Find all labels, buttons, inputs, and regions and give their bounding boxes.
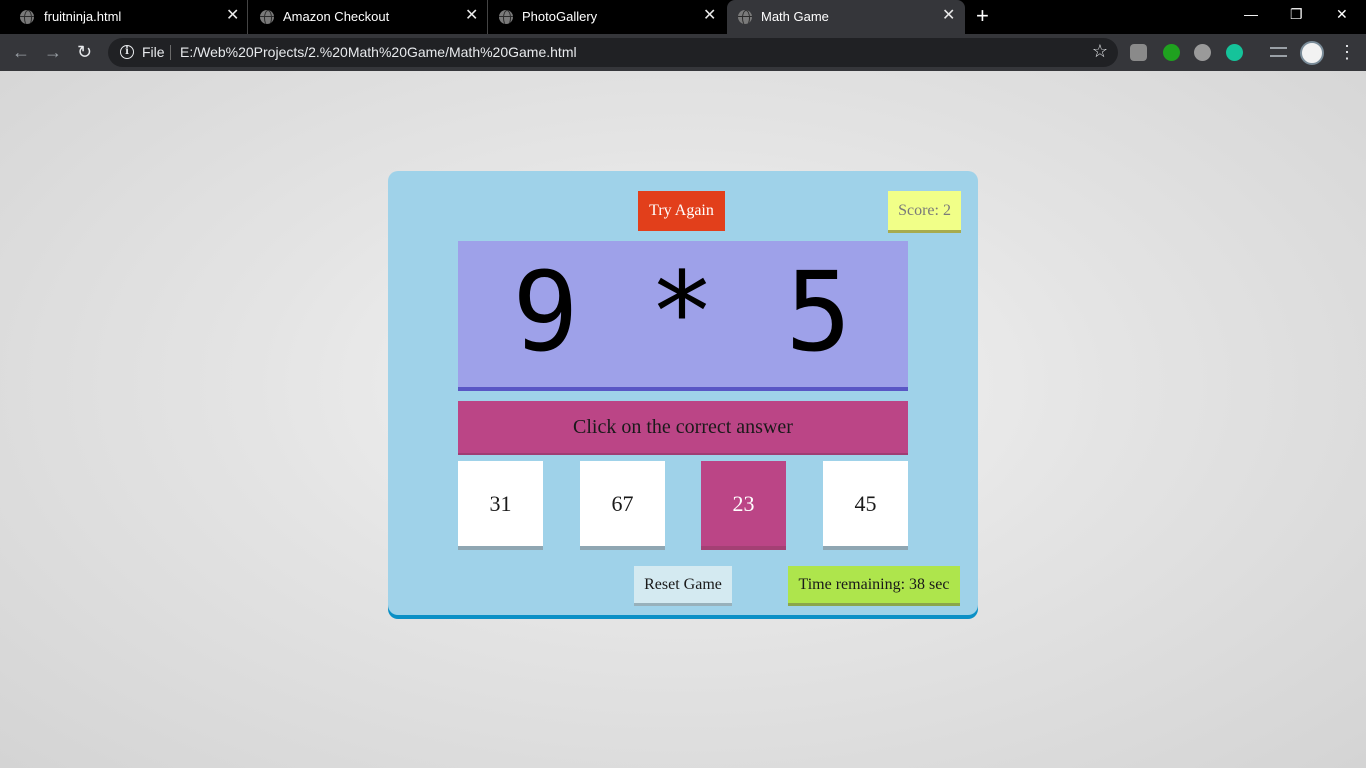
tab-title: PhotoGallery	[522, 9, 598, 24]
globe-icon	[20, 10, 34, 24]
scheme-label: File	[142, 44, 165, 60]
question-box: 9 * 5	[458, 241, 908, 391]
tab-title: Amazon Checkout	[283, 9, 390, 24]
close-icon[interactable]: ✕	[226, 8, 239, 24]
answer-choice-4[interactable]: 45	[823, 461, 908, 546]
globe-icon	[738, 10, 752, 24]
grammarly-icon[interactable]	[1226, 44, 1243, 61]
avatar[interactable]	[1300, 41, 1324, 65]
close-icon[interactable]: ✕	[942, 8, 955, 24]
reload-icon[interactable]: ↻	[77, 41, 92, 63]
game-container: Try Again Score: 2 9 * 5 Click on the co…	[388, 171, 978, 615]
tab-fruitninja[interactable]: fruitninja.html ✕	[0, 0, 248, 34]
tab-title: Math Game	[761, 9, 829, 24]
page-viewport: Try Again Score: 2 9 * 5 Click on the co…	[0, 71, 1366, 768]
instruction-bar: Click on the correct answer	[458, 401, 908, 453]
window-close-icon[interactable]: ✕	[1336, 6, 1348, 23]
minimize-icon[interactable]: —	[1244, 6, 1258, 22]
restore-icon[interactable]: ❐	[1290, 6, 1303, 23]
divider	[170, 45, 171, 60]
menu-icon[interactable]: ⋮	[1338, 41, 1356, 63]
url-text[interactable]: E:/Web%20Projects/2.%20Math%20Game/Math%…	[180, 44, 577, 60]
time-remaining: Time remaining: 38 sec	[788, 566, 960, 603]
answer-choice-3[interactable]: 23	[701, 461, 786, 546]
question-text: 9 * 5	[512, 248, 854, 376]
address-bar[interactable]: i File E:/Web%20Projects/2.%20Math%20Gam…	[108, 38, 1118, 67]
tab-title: fruitninja.html	[44, 9, 122, 24]
browser-toolbar: ← → ↻ i File E:/Web%20Projects/2.%20Math…	[0, 34, 1366, 71]
media-icon[interactable]	[1270, 47, 1287, 57]
evernote-icon[interactable]	[1163, 44, 1180, 61]
back-icon[interactable]: ←	[12, 41, 30, 63]
answer-choice-2[interactable]: 67	[580, 461, 665, 546]
globe-icon	[499, 10, 513, 24]
globe-icon	[260, 10, 274, 24]
info-icon[interactable]: i	[120, 45, 134, 59]
tab-amazon-checkout[interactable]: Amazon Checkout ✕	[248, 0, 488, 34]
close-icon[interactable]: ✕	[703, 8, 716, 24]
close-icon[interactable]: ✕	[465, 8, 478, 24]
reset-game-button[interactable]: Reset Game	[634, 566, 732, 603]
pinterest-icon[interactable]	[1194, 44, 1211, 61]
tab-photogallery[interactable]: PhotoGallery ✕	[488, 0, 726, 34]
answer-choice-1[interactable]: 31	[458, 461, 543, 546]
forward-icon[interactable]: →	[44, 41, 62, 63]
tab-math-game[interactable]: Math Game ✕	[727, 0, 965, 34]
tab-strip: fruitninja.html ✕ Amazon Checkout ✕ Phot…	[0, 0, 1366, 34]
try-again-button[interactable]: Try Again	[638, 191, 725, 231]
score-display: Score: 2	[888, 191, 961, 230]
extension-icon[interactable]	[1130, 44, 1147, 61]
new-tab-icon[interactable]: +	[976, 5, 989, 27]
star-icon[interactable]: ☆	[1092, 41, 1108, 62]
